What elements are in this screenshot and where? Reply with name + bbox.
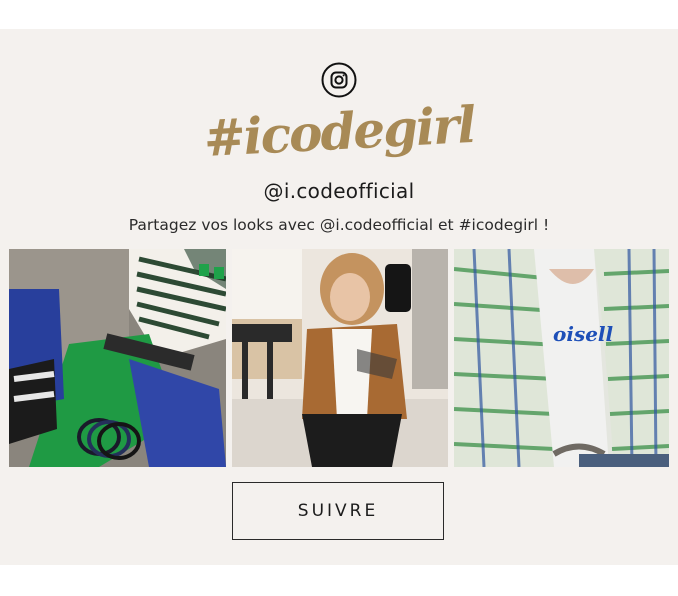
instagram-handle[interactable]: @i.codeofficial xyxy=(0,179,678,203)
shirt-print-text: oisell xyxy=(553,322,614,346)
follow-button[interactable]: SUIVRE xyxy=(232,482,444,540)
photo-tweed-jacket[interactable]: oisell xyxy=(454,249,669,467)
photo-mirror-selfie[interactable] xyxy=(232,249,448,467)
photo-flat-lay-outfit[interactable] xyxy=(9,249,226,467)
tagline: Partagez vos looks avec @i.codeofficial … xyxy=(128,216,550,234)
